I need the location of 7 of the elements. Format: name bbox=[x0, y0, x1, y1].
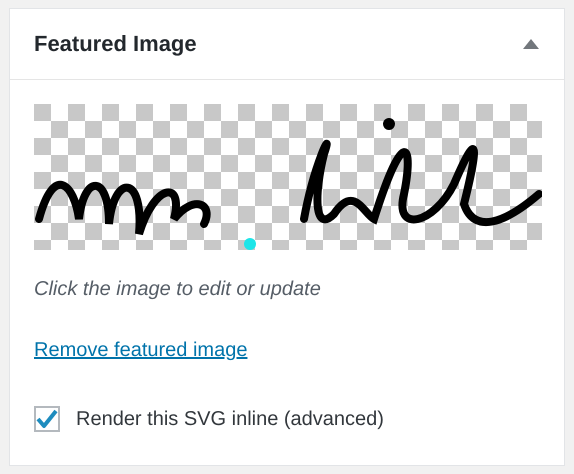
checkbox[interactable] bbox=[34, 406, 60, 432]
checkmark-icon bbox=[36, 409, 58, 429]
checkbox-label: Render this SVG inline (advanced) bbox=[76, 408, 384, 430]
triangle-icon bbox=[522, 38, 540, 50]
remove-image-link[interactable]: Remove featured image bbox=[34, 339, 248, 362]
panel-title: Featured Image bbox=[34, 31, 197, 57]
image-hint: Click the image to edit or update bbox=[34, 278, 322, 301]
